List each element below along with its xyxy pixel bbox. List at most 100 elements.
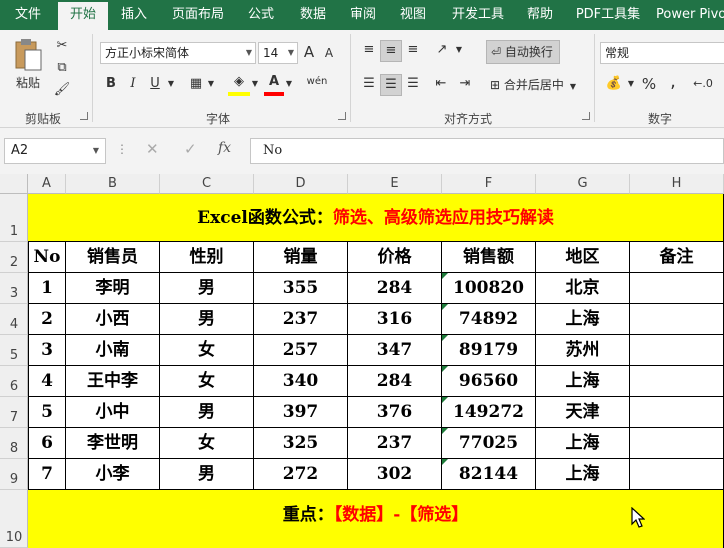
align-right-icon[interactable]: ☰ — [402, 74, 424, 94]
cell-revenue[interactable]: 149272 — [442, 397, 536, 428]
cell-price[interactable]: 284 — [348, 273, 442, 304]
cell-gender[interactable]: 男 — [160, 273, 254, 304]
font-color-icon[interactable]: A — [264, 72, 284, 96]
chevron-down-icon[interactable]: ▼ — [166, 74, 176, 94]
cell-quantity[interactable]: 272 — [254, 459, 348, 490]
cell-gender[interactable]: 男 — [160, 397, 254, 428]
tab-pdf-tools[interactable]: PDF工具集 — [570, 0, 646, 30]
row-header-4[interactable]: 4 — [0, 304, 28, 335]
column-header-b[interactable]: B — [66, 174, 160, 194]
align-left-icon[interactable]: ☰ — [358, 74, 380, 94]
cell-remark[interactable] — [630, 304, 724, 335]
name-box[interactable]: A2 ▼ — [4, 138, 106, 164]
cell-salesperson[interactable]: 小中 — [66, 397, 160, 428]
merge-center-button[interactable]: ⊞ 合并后居中 ▼ — [486, 74, 586, 98]
cell-salesperson[interactable]: 李世明 — [66, 428, 160, 459]
cell-revenue[interactable]: 89179 — [442, 335, 536, 366]
increase-decimal-icon[interactable]: ←.0 — [688, 74, 718, 94]
header-cell-salesperson[interactable]: 销售员 — [66, 242, 160, 273]
row-header-5[interactable]: 5 — [0, 335, 28, 366]
header-cell-quantity[interactable]: 销量 — [254, 242, 348, 273]
cell-remark[interactable] — [630, 273, 724, 304]
cell-remark[interactable] — [630, 335, 724, 366]
title-cell[interactable]: Excel函数公式：筛选、高级筛选应用技巧解读 — [28, 194, 724, 242]
cell-gender[interactable]: 男 — [160, 459, 254, 490]
cell-price[interactable]: 302 — [348, 459, 442, 490]
column-header-e[interactable]: E — [348, 174, 442, 194]
tab-insert[interactable]: 插入 — [112, 0, 156, 30]
tab-page-layout[interactable]: 页面布局 — [166, 0, 230, 30]
cell-quantity[interactable]: 325 — [254, 428, 348, 459]
header-cell-gender[interactable]: 性别 — [160, 242, 254, 273]
increase-indent-icon[interactable]: ⇥ — [454, 74, 476, 94]
insert-function-button[interactable]: fx — [218, 140, 231, 156]
cell-region[interactable]: 北京 — [536, 273, 630, 304]
cell-revenue[interactable]: 96560 — [442, 366, 536, 397]
cell-revenue[interactable]: 100820 — [442, 273, 536, 304]
cell-salesperson[interactable]: 小西 — [66, 304, 160, 335]
cell-remark[interactable] — [630, 428, 724, 459]
tab-data[interactable]: 数据 — [292, 0, 334, 30]
cut-icon[interactable]: ✂ — [52, 36, 72, 56]
cell-price[interactable]: 316 — [348, 304, 442, 335]
font-size-combo[interactable]: 14 ▼ — [258, 42, 298, 64]
cell-quantity[interactable]: 237 — [254, 304, 348, 335]
borders-icon[interactable]: ▦ — [186, 74, 206, 94]
row-header-8[interactable]: 8 — [0, 428, 28, 459]
column-header-f[interactable]: F — [442, 174, 536, 194]
cell-region[interactable]: 上海 — [536, 459, 630, 490]
header-cell-remark[interactable]: 备注 — [630, 242, 724, 273]
font-launcher-icon[interactable] — [338, 112, 346, 120]
cell-gender[interactable]: 女 — [160, 366, 254, 397]
shrink-font-button[interactable]: A — [320, 43, 338, 63]
cell-salesperson[interactable]: 李明 — [66, 273, 160, 304]
cell-price[interactable]: 237 — [348, 428, 442, 459]
top-align-icon[interactable]: ≡ — [358, 40, 380, 60]
cell-no[interactable]: 4 — [28, 366, 66, 397]
tab-view[interactable]: 视图 — [392, 0, 434, 30]
row-header-3[interactable]: 3 — [0, 273, 28, 304]
formula-input[interactable]: No — [250, 138, 724, 164]
cell-no[interactable]: 2 — [28, 304, 66, 335]
phonetic-guide-button[interactable]: wén — [304, 72, 330, 92]
cell-gender[interactable]: 男 — [160, 304, 254, 335]
bottom-align-icon[interactable]: ≡ — [402, 40, 424, 60]
cell-quantity[interactable]: 340 — [254, 366, 348, 397]
cell-quantity[interactable]: 355 — [254, 273, 348, 304]
header-cell-revenue[interactable]: 销售额 — [442, 242, 536, 273]
header-cell-price[interactable]: 价格 — [348, 242, 442, 273]
select-all-corner[interactable] — [0, 174, 28, 194]
footer-cell[interactable]: 重点：【数据】-【筛选】 — [28, 490, 724, 548]
cell-region[interactable]: 上海 — [536, 428, 630, 459]
wrap-text-button[interactable]: ⏎ 自动换行 — [486, 40, 560, 64]
row-header-2[interactable]: 2 — [0, 242, 28, 273]
cell-no[interactable]: 3 — [28, 335, 66, 366]
cell-quantity[interactable]: 397 — [254, 397, 348, 428]
tab-review[interactable]: 审阅 — [342, 0, 384, 30]
enter-icon[interactable]: ✓ — [184, 140, 197, 158]
cell-region[interactable]: 上海 — [536, 366, 630, 397]
format-painter-icon[interactable]: 🖌 — [52, 80, 72, 100]
cell-revenue[interactable]: 82144 — [442, 459, 536, 490]
alignment-launcher-icon[interactable] — [582, 112, 590, 120]
row-header-9[interactable]: 9 — [0, 459, 28, 490]
column-header-a[interactable]: A — [28, 174, 66, 194]
row-header-10[interactable]: 10 — [0, 490, 28, 548]
tab-formulas[interactable]: 公式 — [240, 0, 282, 30]
chevron-down-icon[interactable]: ▼ — [250, 74, 260, 94]
chevron-down-icon[interactable]: ▼ — [206, 74, 216, 94]
orientation-icon[interactable]: ↗ — [430, 40, 454, 60]
cell-price[interactable]: 376 — [348, 397, 442, 428]
more-icon[interactable]: ⋮ — [116, 142, 128, 156]
cell-salesperson[interactable]: 小南 — [66, 335, 160, 366]
currency-icon[interactable]: 💰 — [602, 74, 626, 94]
chevron-down-icon[interactable]: ▼ — [284, 74, 294, 94]
column-header-c[interactable]: C — [160, 174, 254, 194]
decrease-indent-icon[interactable]: ⇤ — [430, 74, 452, 94]
align-center-icon[interactable]: ☰ — [380, 74, 402, 96]
cell-region[interactable]: 天津 — [536, 397, 630, 428]
middle-align-icon[interactable]: ≡ — [380, 40, 402, 62]
clipboard-launcher-icon[interactable] — [80, 112, 88, 120]
cancel-icon[interactable]: ✕ — [146, 140, 159, 158]
font-name-combo[interactable]: 方正小标宋简体 ▼ — [100, 42, 256, 64]
